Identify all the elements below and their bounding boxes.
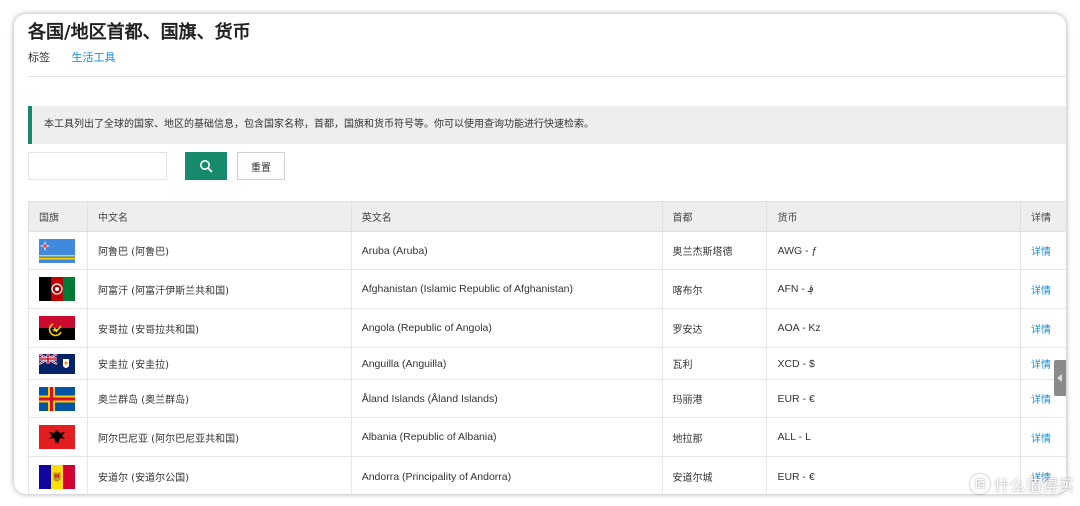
anguilla-flag-icon bbox=[39, 353, 75, 374]
info-notice: 本工具列出了全球的国家、地区的基础信息，包含国家名称，首都，国旗和货币符号等。你… bbox=[28, 106, 1066, 144]
aland-flag-icon bbox=[39, 386, 75, 411]
flag-cell bbox=[28, 456, 88, 494]
english-name-cell: Anguilla (Anguilla) bbox=[350, 347, 663, 380]
chinese-name-cell: 阿鲁巴 (阿鲁巴) bbox=[86, 231, 352, 270]
chinese-name-cell: 安哥拉 (安哥拉共和国) bbox=[86, 308, 352, 348]
chinese-name-cell: 安圭拉 (安圭拉) bbox=[86, 347, 352, 380]
english-name-cell: Angola (Republic of Angola) bbox=[350, 308, 663, 348]
tag-bar: 标签 生活工具 bbox=[28, 49, 116, 65]
watermark-logo-icon: 值 bbox=[969, 474, 990, 494]
chinese-name-cell: 阿尔巴尼亚 (阿尔巴尼亚共和国) bbox=[86, 417, 352, 457]
angola-flag-icon bbox=[39, 316, 75, 340]
table-row: 安圭拉 (安圭拉) Anguilla (Anguilla) 瓦利 XCD - $… bbox=[28, 347, 1066, 380]
aruba-flag-icon bbox=[39, 238, 75, 263]
search-icon bbox=[200, 160, 213, 173]
currency-cell: AFN - ؋ bbox=[766, 269, 1021, 309]
country-table: 国旗 中文名 英文名 首都 货币 详情 阿鲁巴 (阿鲁巴) Aruba (Aru… bbox=[28, 201, 1066, 494]
albania-flag-icon bbox=[39, 425, 75, 449]
currency-cell: XCD - $ bbox=[766, 347, 1021, 380]
search-button[interactable] bbox=[185, 152, 227, 180]
watermark: 值 什么值得买 bbox=[969, 472, 1074, 496]
flag-cell bbox=[28, 269, 88, 309]
header-detail: 详情 bbox=[1019, 201, 1066, 232]
chinese-name-cell: 奥兰群岛 (奥兰群岛) bbox=[86, 379, 352, 418]
flag-cell bbox=[28, 417, 88, 457]
detail-link[interactable]: 详情 bbox=[1019, 308, 1066, 348]
tag-link-life-tools[interactable]: 生活工具 bbox=[72, 51, 116, 64]
chevron-left-icon bbox=[1057, 374, 1062, 382]
flag-cell bbox=[28, 231, 88, 270]
flag-cell bbox=[28, 379, 88, 418]
currency-cell: AOA - Kz bbox=[766, 308, 1021, 348]
english-name-cell: Åland Islands (Åland Islands) bbox=[350, 379, 663, 418]
reset-button[interactable]: 重置 bbox=[237, 152, 285, 180]
capital-cell: 喀布尔 bbox=[661, 269, 768, 309]
chinese-name-cell: 阿富汗 (阿富汗伊斯兰共和国) bbox=[86, 269, 352, 309]
afghanistan-flag-icon bbox=[39, 277, 75, 301]
tag-label: 标签 bbox=[28, 51, 50, 64]
english-name-cell: Andorra (Principality of Andorra) bbox=[350, 456, 663, 494]
capital-cell: 瓦利 bbox=[661, 347, 768, 380]
table-row: 阿鲁巴 (阿鲁巴) Aruba (Aruba) 奥兰杰斯塔德 AWG - ƒ 详… bbox=[28, 231, 1066, 270]
side-scroll-handle[interactable] bbox=[1054, 360, 1066, 396]
english-name-cell: Afghanistan (Islamic Republic of Afghani… bbox=[350, 269, 663, 309]
capital-cell: 玛丽港 bbox=[661, 379, 768, 418]
detail-link[interactable]: 详情 bbox=[1019, 231, 1066, 270]
header-english-name[interactable]: 英文名 bbox=[350, 201, 663, 232]
browser-frame: 各国/地区首都、国旗、货币 标签 生活工具 本工具列出了全球的国家、地区的基础信… bbox=[14, 14, 1066, 494]
currency-cell: ALL - L bbox=[766, 417, 1021, 457]
detail-link[interactable]: 详情 bbox=[1019, 269, 1066, 309]
table-row: 安哥拉 (安哥拉共和国) Angola (Republic of Angola)… bbox=[28, 308, 1066, 348]
flag-cell bbox=[28, 308, 88, 348]
capital-cell: 罗安达 bbox=[661, 308, 768, 348]
search-input[interactable] bbox=[28, 152, 167, 180]
english-name-cell: Aruba (Aruba) bbox=[350, 231, 663, 270]
header-flag[interactable]: 国旗 bbox=[28, 201, 88, 232]
currency-cell: AWG - ƒ bbox=[766, 231, 1021, 270]
header-chinese-name[interactable]: 中文名 bbox=[86, 201, 352, 232]
table-row: 阿富汗 (阿富汗伊斯兰共和国) Afghanistan (Islamic Rep… bbox=[28, 269, 1066, 309]
table-header-row: 国旗 中文名 英文名 首都 货币 详情 bbox=[28, 201, 1066, 232]
english-name-cell: Albania (Republic of Albania) bbox=[350, 417, 663, 457]
capital-cell: 奥兰杰斯塔德 bbox=[661, 231, 768, 270]
page-title: 各国/地区首都、国旗、货币 bbox=[28, 22, 251, 43]
table-row: 安道尔 (安道尔公国) Andorra (Principality of And… bbox=[28, 456, 1066, 494]
table-row: 阿尔巴尼亚 (阿尔巴尼亚共和国) Albania (Republic of Al… bbox=[28, 417, 1066, 457]
capital-cell: 地拉那 bbox=[661, 417, 768, 457]
watermark-text: 什么值得买 bbox=[993, 476, 1074, 495]
flag-cell bbox=[28, 347, 88, 380]
header-capital[interactable]: 首都 bbox=[661, 201, 768, 232]
currency-cell: EUR - € bbox=[766, 379, 1021, 418]
table-row: 奥兰群岛 (奥兰群岛) Åland Islands (Åland Islands… bbox=[28, 379, 1066, 418]
detail-link[interactable]: 详情 bbox=[1019, 417, 1066, 457]
header-currency[interactable]: 货币 bbox=[766, 201, 1021, 232]
chinese-name-cell: 安道尔 (安道尔公国) bbox=[86, 456, 352, 494]
capital-cell: 安道尔城 bbox=[661, 456, 768, 494]
divider bbox=[28, 76, 1066, 77]
andorra-flag-icon bbox=[39, 464, 75, 489]
